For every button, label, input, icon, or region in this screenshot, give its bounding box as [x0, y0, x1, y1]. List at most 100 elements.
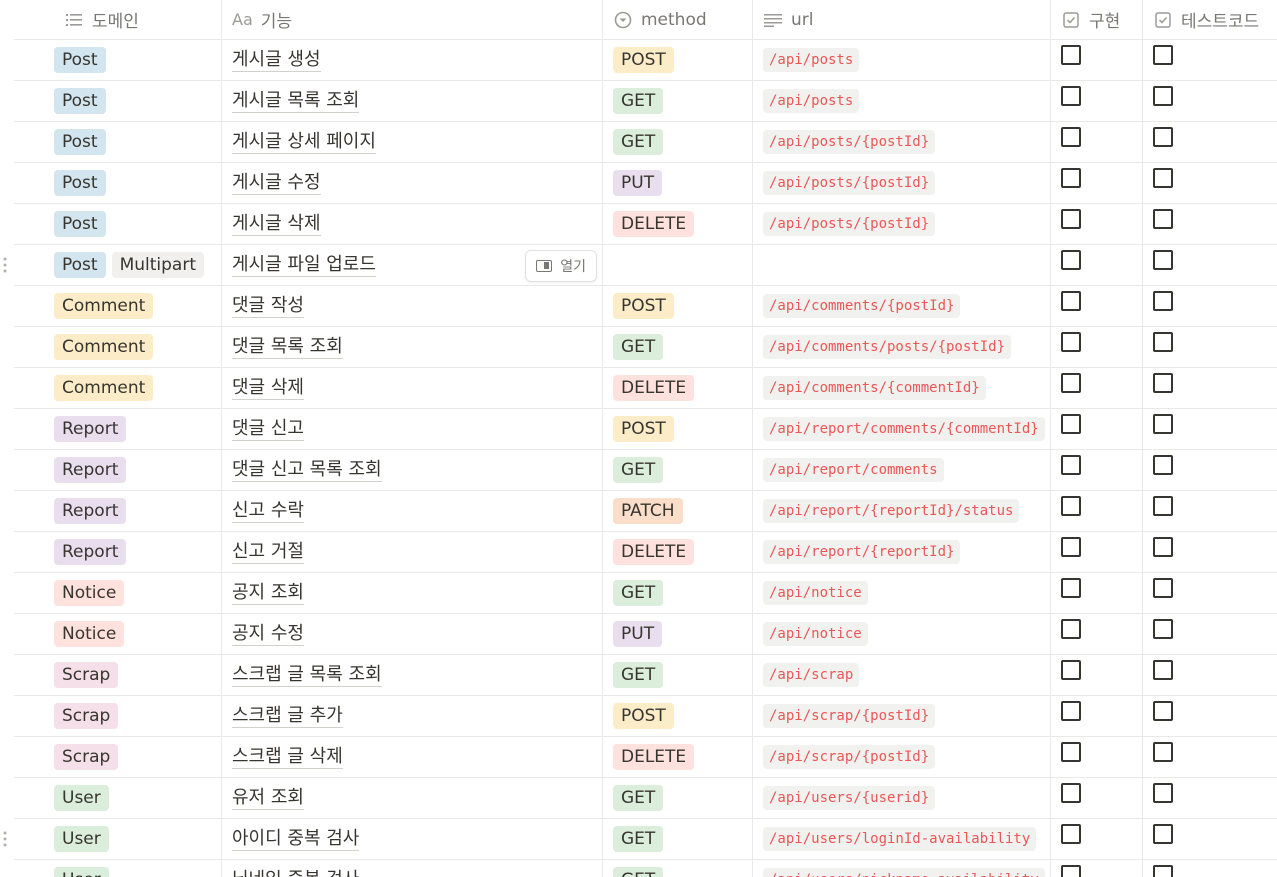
cell-method[interactable]: GET	[603, 860, 753, 877]
cell-url[interactable]: /api/comments/{commentId}	[753, 368, 1051, 408]
cell-url[interactable]: /api/notice	[753, 614, 1051, 654]
impl-checkbox[interactable]	[1061, 865, 1081, 877]
cell-domain[interactable]: Post	[14, 122, 222, 162]
table-row[interactable]: Scrap 스크랩 글 추가 POST/api/scrap/{postId}	[14, 696, 1277, 737]
func-title[interactable]: 댓글 신고	[232, 418, 304, 441]
test-checkbox[interactable]	[1153, 291, 1173, 311]
cell-func[interactable]: 스크랩 글 삭제	[222, 737, 603, 777]
func-title[interactable]: 신고 수락	[232, 500, 304, 523]
cell-func[interactable]: 댓글 작성	[222, 286, 603, 326]
func-title[interactable]: 댓글 신고 목록 조회	[232, 459, 382, 482]
cell-domain[interactable]: User	[14, 778, 222, 818]
func-title[interactable]: 공지 수정	[232, 623, 304, 646]
cell-func[interactable]: 댓글 삭제	[222, 368, 603, 408]
func-title[interactable]: 공지 조회	[232, 582, 304, 605]
header-impl[interactable]: 구현	[1051, 0, 1143, 39]
impl-checkbox[interactable]	[1061, 209, 1081, 229]
table-row[interactable]: Report 신고 거절 DELETE/api/report/{reportId}	[14, 532, 1277, 573]
func-title[interactable]: 댓글 삭제	[232, 377, 304, 400]
cell-domain[interactable]: Comment	[14, 327, 222, 367]
test-checkbox[interactable]	[1153, 250, 1173, 270]
cell-func[interactable]: 댓글 신고 목록 조회	[222, 450, 603, 490]
cell-method[interactable]: DELETE	[603, 737, 753, 777]
cell-url[interactable]: /api/posts	[753, 40, 1051, 80]
test-checkbox[interactable]	[1153, 496, 1173, 516]
cell-domain[interactable]: User	[14, 860, 222, 877]
impl-checkbox[interactable]	[1061, 168, 1081, 188]
test-checkbox[interactable]	[1153, 86, 1173, 106]
cell-func[interactable]: 유저 조회	[222, 778, 603, 818]
func-title[interactable]: 닉네임 중복 검사	[232, 869, 359, 877]
impl-checkbox[interactable]	[1061, 660, 1081, 680]
impl-checkbox[interactable]	[1061, 86, 1081, 106]
table-row[interactable]: Comment 댓글 목록 조회 GET/api/comments/posts/{p…	[14, 327, 1277, 368]
cell-func[interactable]: 게시글 상세 페이지	[222, 122, 603, 162]
table-row[interactable]: User 닉네임 중복 검사 GET/api/users/nickname-avai…	[14, 860, 1277, 877]
cell-domain[interactable]: Scrap	[14, 655, 222, 695]
cell-func[interactable]: 게시글 삭제	[222, 204, 603, 244]
cell-method[interactable]: POST	[603, 409, 753, 449]
cell-method[interactable]: POST	[603, 40, 753, 80]
cell-method[interactable]: POST	[603, 696, 753, 736]
table-row[interactable]: Scrap 스크랩 글 목록 조회 GET/api/scrap	[14, 655, 1277, 696]
cell-method[interactable]: GET	[603, 327, 753, 367]
cell-domain[interactable]: Post	[14, 163, 222, 203]
cell-func[interactable]: 스크랩 글 추가	[222, 696, 603, 736]
test-checkbox[interactable]	[1153, 783, 1173, 803]
impl-checkbox[interactable]	[1061, 537, 1081, 557]
test-checkbox[interactable]	[1153, 455, 1173, 475]
table-row[interactable]: Comment 댓글 삭제 DELETE/api/comments/{comment…	[14, 368, 1277, 409]
cell-url[interactable]: /api/notice	[753, 573, 1051, 613]
cell-method[interactable]: GET	[603, 819, 753, 859]
cell-func[interactable]: 신고 거절	[222, 532, 603, 572]
func-title[interactable]: 댓글 작성	[232, 295, 304, 318]
impl-checkbox[interactable]	[1061, 127, 1081, 147]
cell-func[interactable]: 신고 수락	[222, 491, 603, 531]
test-checkbox[interactable]	[1153, 619, 1173, 639]
cell-func[interactable]: 공지 수정	[222, 614, 603, 654]
cell-url[interactable]: /api/report/{reportId}/status	[753, 491, 1051, 531]
cell-domain[interactable]: Comment	[14, 368, 222, 408]
cell-domain[interactable]: Notice	[14, 614, 222, 654]
table-row[interactable]: Report 댓글 신고 POST/api/report/comments/{com…	[14, 409, 1277, 450]
table-row[interactable]: Scrap 스크랩 글 삭제 DELETE/api/scrap/{postId}	[14, 737, 1277, 778]
impl-checkbox[interactable]	[1061, 701, 1081, 721]
test-checkbox[interactable]	[1153, 865, 1173, 877]
impl-checkbox[interactable]	[1061, 578, 1081, 598]
cell-method[interactable]: GET	[603, 450, 753, 490]
header-url[interactable]: url	[753, 0, 1051, 39]
func-title[interactable]: 게시글 생성	[232, 49, 321, 72]
impl-checkbox[interactable]	[1061, 45, 1081, 65]
cell-domain[interactable]: Report	[14, 450, 222, 490]
impl-checkbox[interactable]	[1061, 742, 1081, 762]
cell-url[interactable]: /api/posts/{postId}	[753, 204, 1051, 244]
func-title[interactable]: 스크랩 글 추가	[232, 705, 343, 728]
table-row[interactable]: Comment 댓글 작성 POST/api/comments/{postId}	[14, 286, 1277, 327]
impl-checkbox[interactable]	[1061, 291, 1081, 311]
cell-method[interactable]: PUT	[603, 163, 753, 203]
cell-url[interactable]: /api/report/comments	[753, 450, 1051, 490]
impl-checkbox[interactable]	[1061, 496, 1081, 516]
cell-method[interactable]: GET	[603, 122, 753, 162]
cell-method[interactable]: GET	[603, 573, 753, 613]
cell-method[interactable]: GET	[603, 655, 753, 695]
cell-url[interactable]: /api/comments/posts/{postId}	[753, 327, 1051, 367]
cell-url[interactable]: /api/scrap/{postId}	[753, 696, 1051, 736]
cell-method[interactable]	[603, 245, 753, 285]
table-row[interactable]: Post 게시글 생성 POST/api/posts	[14, 40, 1277, 81]
cell-domain[interactable]: Comment	[14, 286, 222, 326]
test-checkbox[interactable]	[1153, 660, 1173, 680]
cell-domain[interactable]: Post Multipart	[14, 245, 222, 285]
test-checkbox[interactable]	[1153, 537, 1173, 557]
test-checkbox[interactable]	[1153, 824, 1173, 844]
func-title[interactable]: 게시글 상세 페이지	[232, 131, 376, 154]
func-title[interactable]: 게시글 파일 업로드	[232, 254, 376, 277]
func-title[interactable]: 아이디 중복 검사	[232, 828, 360, 851]
cell-url[interactable]: /api/scrap/{postId}	[753, 737, 1051, 777]
cell-func[interactable]: 게시글 수정	[222, 163, 603, 203]
header-method[interactable]: method	[603, 0, 753, 39]
cell-func[interactable]: 게시글 목록 조회	[222, 81, 603, 121]
cell-method[interactable]: POST	[603, 286, 753, 326]
table-row[interactable]: User 유저 조회 GET/api/users/{userid}	[14, 778, 1277, 819]
impl-checkbox[interactable]	[1061, 250, 1081, 270]
